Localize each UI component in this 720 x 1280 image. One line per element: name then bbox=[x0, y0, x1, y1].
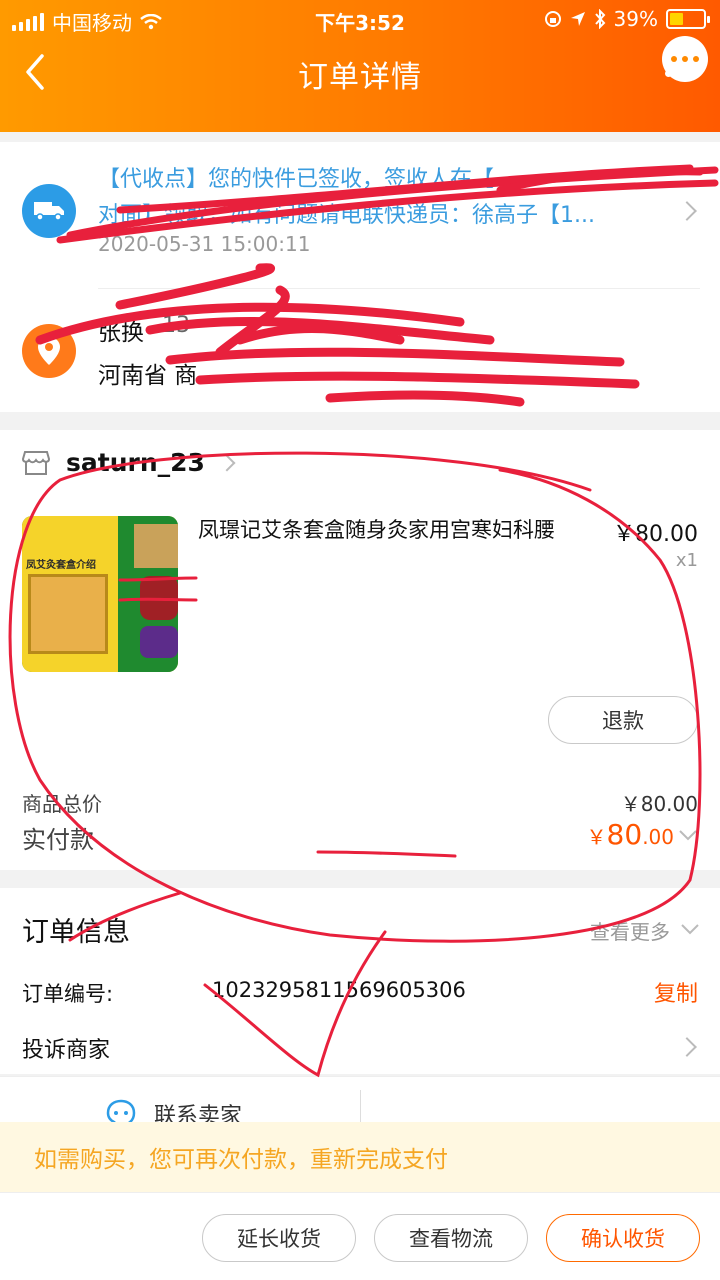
repay-notice: 如需购买，您可再次付款，重新完成支付 bbox=[0, 1122, 720, 1192]
order-info-title: 订单信息 bbox=[22, 917, 130, 948]
shop-icon bbox=[22, 450, 50, 475]
product-thumbnail[interactable]: 凤艾灸套盒介绍 bbox=[22, 516, 178, 672]
logistics-line-1: 【代收点】您的快件已签收，签收人在【 bbox=[98, 167, 495, 192]
page-title: 订单详情 bbox=[298, 60, 422, 95]
battery-percent: 39% bbox=[613, 7, 658, 31]
app-header: 中国移动 下午3:52 39% 订单详情 bbox=[0, 0, 720, 132]
view-logistics-button[interactable]: 查看物流 bbox=[374, 1214, 528, 1262]
paid-currency: ￥ bbox=[586, 825, 607, 849]
shop-header[interactable]: saturn_23 bbox=[22, 448, 236, 477]
truck-icon bbox=[22, 184, 76, 238]
divider bbox=[98, 288, 700, 289]
paid-value: ￥80.00 bbox=[587, 818, 674, 851]
divider bbox=[360, 1090, 361, 1126]
more-icon bbox=[671, 56, 699, 62]
more-dots-decoration bbox=[665, 70, 698, 77]
logistics-status[interactable]: 【代收点】您的快件已签收，签收人在【 对面】领取，如有问题请电联快递员：徐高子【… bbox=[98, 162, 658, 234]
chevron-down-icon[interactable] bbox=[678, 828, 698, 842]
logistics-line-2: 对面】领取，如有问题请电联快递员：徐高子【1... bbox=[98, 203, 595, 228]
paid-integer: 80 bbox=[606, 818, 643, 851]
product-price: ￥80.00 bbox=[613, 522, 698, 547]
recipient-phone: 13 bbox=[162, 313, 190, 338]
total-value: ￥80.00 bbox=[620, 792, 698, 816]
chevron-down-icon[interactable] bbox=[680, 922, 700, 936]
copy-button[interactable]: 复制 bbox=[654, 976, 698, 1008]
logistics-time: 2020-05-31 15:00:11 bbox=[98, 232, 311, 256]
status-bar: 中国移动 下午3:52 39% bbox=[0, 0, 720, 38]
bluetooth-icon bbox=[594, 9, 605, 29]
order-number-label: 订单编号: bbox=[22, 982, 114, 1006]
see-more-link[interactable]: 查看更多 bbox=[590, 916, 670, 945]
recipient-address: 河南省 商 bbox=[98, 363, 198, 389]
battery-icon bbox=[666, 9, 710, 29]
product-title[interactable]: 凤璟记艾条套盒随身灸家用宫寒妇科腰 bbox=[198, 514, 598, 546]
chevron-right-icon bbox=[218, 454, 236, 471]
paid-label: 实付款 bbox=[22, 826, 94, 854]
location-pin-icon bbox=[22, 324, 76, 378]
thumb-caption: 凤艾灸套盒介绍 bbox=[26, 560, 96, 571]
recipient-name: 张换 bbox=[98, 320, 144, 346]
paid-decimal: .00 bbox=[642, 825, 674, 849]
location-arrow-icon bbox=[570, 12, 585, 26]
shop-name: saturn_23 bbox=[66, 448, 205, 477]
notice-text: 如需购买，您可再次付款，重新完成支付 bbox=[34, 1147, 448, 1173]
extend-receipt-button[interactable]: 延长收货 bbox=[202, 1214, 356, 1262]
confirm-receipt-button[interactable]: 确认收货 bbox=[546, 1214, 700, 1262]
complain-merchant-link[interactable]: 投诉商家 bbox=[22, 1032, 110, 1064]
refund-button[interactable]: 退款 bbox=[548, 696, 698, 744]
order-number-value: 1023295811569605306 bbox=[212, 978, 466, 1002]
total-label: 商品总价 bbox=[22, 792, 102, 816]
product-quantity: x1 bbox=[675, 550, 698, 571]
rotation-lock-icon bbox=[544, 11, 561, 27]
